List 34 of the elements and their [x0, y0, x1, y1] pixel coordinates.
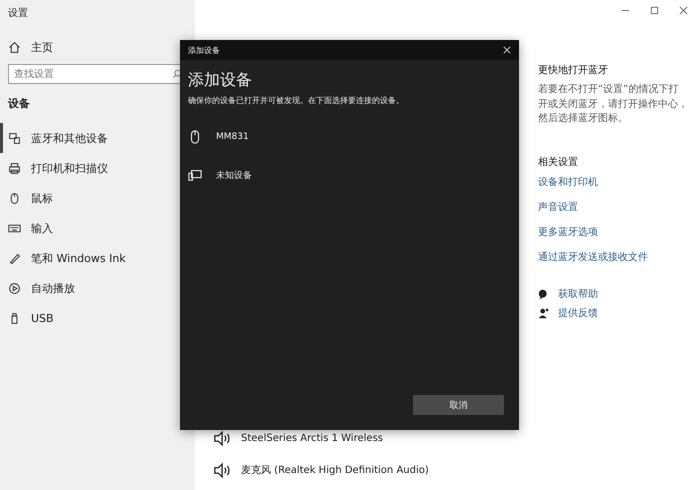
device-name: 麦克风 (Realtek High Definition Audio) — [241, 464, 429, 477]
related-heading: 相关设置 — [538, 156, 579, 168]
tip-heading: 更快地打开蓝牙 — [538, 64, 609, 77]
mouse-icon — [188, 130, 202, 144]
device-name: SteelSeries Arctis 1 Wireless — [241, 432, 383, 444]
nav-item[interactable]: 笔和 Windows Ink — [0, 243, 187, 273]
nav-item[interactable]: 输入 — [0, 213, 187, 243]
mouse-icon — [8, 192, 21, 204]
home-icon — [8, 40, 21, 54]
tip-text: 若要在不打开“设置”的情况下打开或关闭蓝牙，请打开操作中心，然后选择蓝牙图标。 — [538, 83, 688, 126]
dialog-heading: 添加设备 — [187, 69, 253, 91]
play-icon — [8, 282, 21, 294]
nav-item[interactable]: USB — [0, 303, 187, 333]
settings-link[interactable]: 声音设置 — [538, 200, 688, 214]
pen-icon — [8, 252, 21, 264]
help-link[interactable]: 获取帮助 — [558, 287, 598, 301]
dialog-description: 确保你的设备已打开并可被发现。在下面选择要连接的设备。 — [187, 95, 405, 107]
help-link[interactable]: 提供反馈 — [558, 306, 598, 320]
nav-item[interactable]: 自动播放 — [0, 273, 187, 303]
section-heading: 设备 — [8, 96, 31, 111]
search-icon — [172, 69, 182, 79]
devices-icon — [8, 132, 21, 144]
home-link[interactable]: 主页 — [8, 36, 187, 58]
settings-link[interactable]: 更多蓝牙选项 — [538, 224, 688, 238]
display-icon — [188, 168, 202, 182]
person-icon — [538, 308, 549, 318]
window-title: 设置 — [8, 6, 29, 21]
cancel-button[interactable]: 取消 — [413, 395, 504, 415]
dialog-title: 添加设备 — [188, 44, 220, 56]
printer-icon — [8, 162, 21, 174]
maximize-icon[interactable] — [650, 6, 659, 15]
chat-bubble-icon — [538, 288, 549, 300]
settings-link[interactable]: 通过蓝牙发送或接收文件 — [538, 250, 688, 264]
settings-link[interactable]: 设备和打印机 — [538, 174, 688, 188]
